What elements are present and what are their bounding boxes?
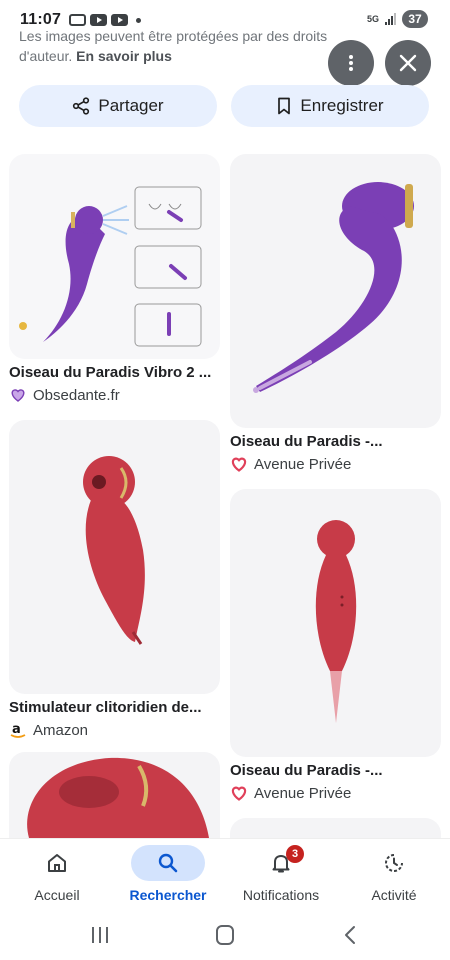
product-image [83, 456, 145, 645]
status-right: 5G 37 [367, 10, 428, 28]
heart-icon [230, 784, 248, 802]
result-source[interactable]: Avenue Privée [230, 784, 351, 802]
svg-text:a: a [12, 722, 21, 737]
result-image[interactable] [230, 818, 441, 838]
result-image[interactable] [230, 489, 441, 757]
activity-icon [385, 854, 403, 872]
nav-notifications-label: Notifications [242, 887, 320, 903]
share-icon [73, 97, 90, 115]
nav-notifications[interactable]: 3 Notifications [226, 845, 336, 907]
more-options-button[interactable] [328, 40, 374, 86]
nav-home[interactable]: Accueil [2, 845, 112, 907]
back-icon [345, 926, 355, 944]
result-title[interactable]: Stimulateur clitoridien de... [9, 699, 202, 716]
result-title[interactable]: Oiseau du Paradis -... [230, 762, 383, 779]
youtube-icon [111, 14, 129, 26]
learn-more-link[interactable]: En savoir plus [76, 48, 172, 64]
product-image [315, 520, 357, 723]
screenshot-icon [69, 14, 87, 26]
youtube-icon [90, 14, 108, 26]
result-image[interactable] [9, 752, 220, 838]
nav-home-label: Accueil [34, 887, 80, 903]
notification-badge: 3 [286, 845, 304, 863]
recent-apps-button[interactable] [88, 924, 112, 951]
result-title[interactable]: Oiseau du Paradis -... [230, 433, 383, 450]
result-source-name: Obsedante.fr [33, 386, 120, 404]
save-button[interactable]: Enregistrer [231, 85, 429, 127]
copyright-text: Les images peuvent être protégées par de… [19, 28, 328, 64]
heart-outline-icon [9, 386, 27, 404]
home-circle-icon [216, 925, 234, 945]
home-icon [48, 854, 66, 872]
amazon-icon: a [9, 721, 27, 739]
heart-icon [230, 455, 248, 473]
battery-indicator: 37 [402, 10, 428, 28]
nav-search[interactable]: Rechercher [113, 845, 223, 907]
back-button[interactable] [340, 924, 362, 951]
product-image [253, 182, 414, 393]
share-label: Partager [98, 96, 164, 115]
share-button[interactable]: Partager [19, 85, 217, 127]
search-icon [158, 853, 178, 873]
status-notification-icons [69, 14, 142, 26]
signal-icon [385, 13, 396, 25]
result-source-name: Avenue Privée [254, 784, 352, 802]
bookmark-icon [278, 97, 291, 115]
close-icon [399, 54, 417, 72]
nav-activity-label: Activité [371, 887, 417, 903]
nav-search-label: Rechercher [129, 887, 207, 903]
result-image[interactable] [9, 154, 220, 359]
save-label: Enregistrer [300, 96, 384, 115]
network-type: 5G [366, 14, 379, 24]
result-image[interactable] [230, 154, 441, 428]
result-source[interactable]: a Amazon [9, 721, 88, 739]
result-source[interactable]: Avenue Privée [230, 455, 351, 473]
more-vert-icon [349, 55, 353, 71]
result-source-name: Amazon [33, 721, 89, 739]
product-image [19, 186, 202, 347]
more-notifications-icon [136, 17, 142, 23]
product-image [27, 757, 209, 838]
result-source[interactable]: Obsedante.fr [9, 386, 120, 404]
home-button[interactable] [213, 924, 237, 951]
nav-activity[interactable]: Activité [339, 845, 449, 907]
result-image[interactable] [9, 420, 220, 694]
close-button[interactable] [385, 40, 431, 86]
bottom-navigation: Accueil Rechercher 3 Notifications Activ… [0, 838, 450, 912]
result-title[interactable]: Oiseau du Paradis Vibro 2 ... [9, 364, 211, 381]
copyright-notice: Les images peuvent être protégées par de… [19, 26, 339, 66]
recent-apps-icon [92, 927, 108, 943]
system-navigation-bar [0, 912, 450, 960]
result-source-name: Avenue Privée [254, 455, 352, 473]
